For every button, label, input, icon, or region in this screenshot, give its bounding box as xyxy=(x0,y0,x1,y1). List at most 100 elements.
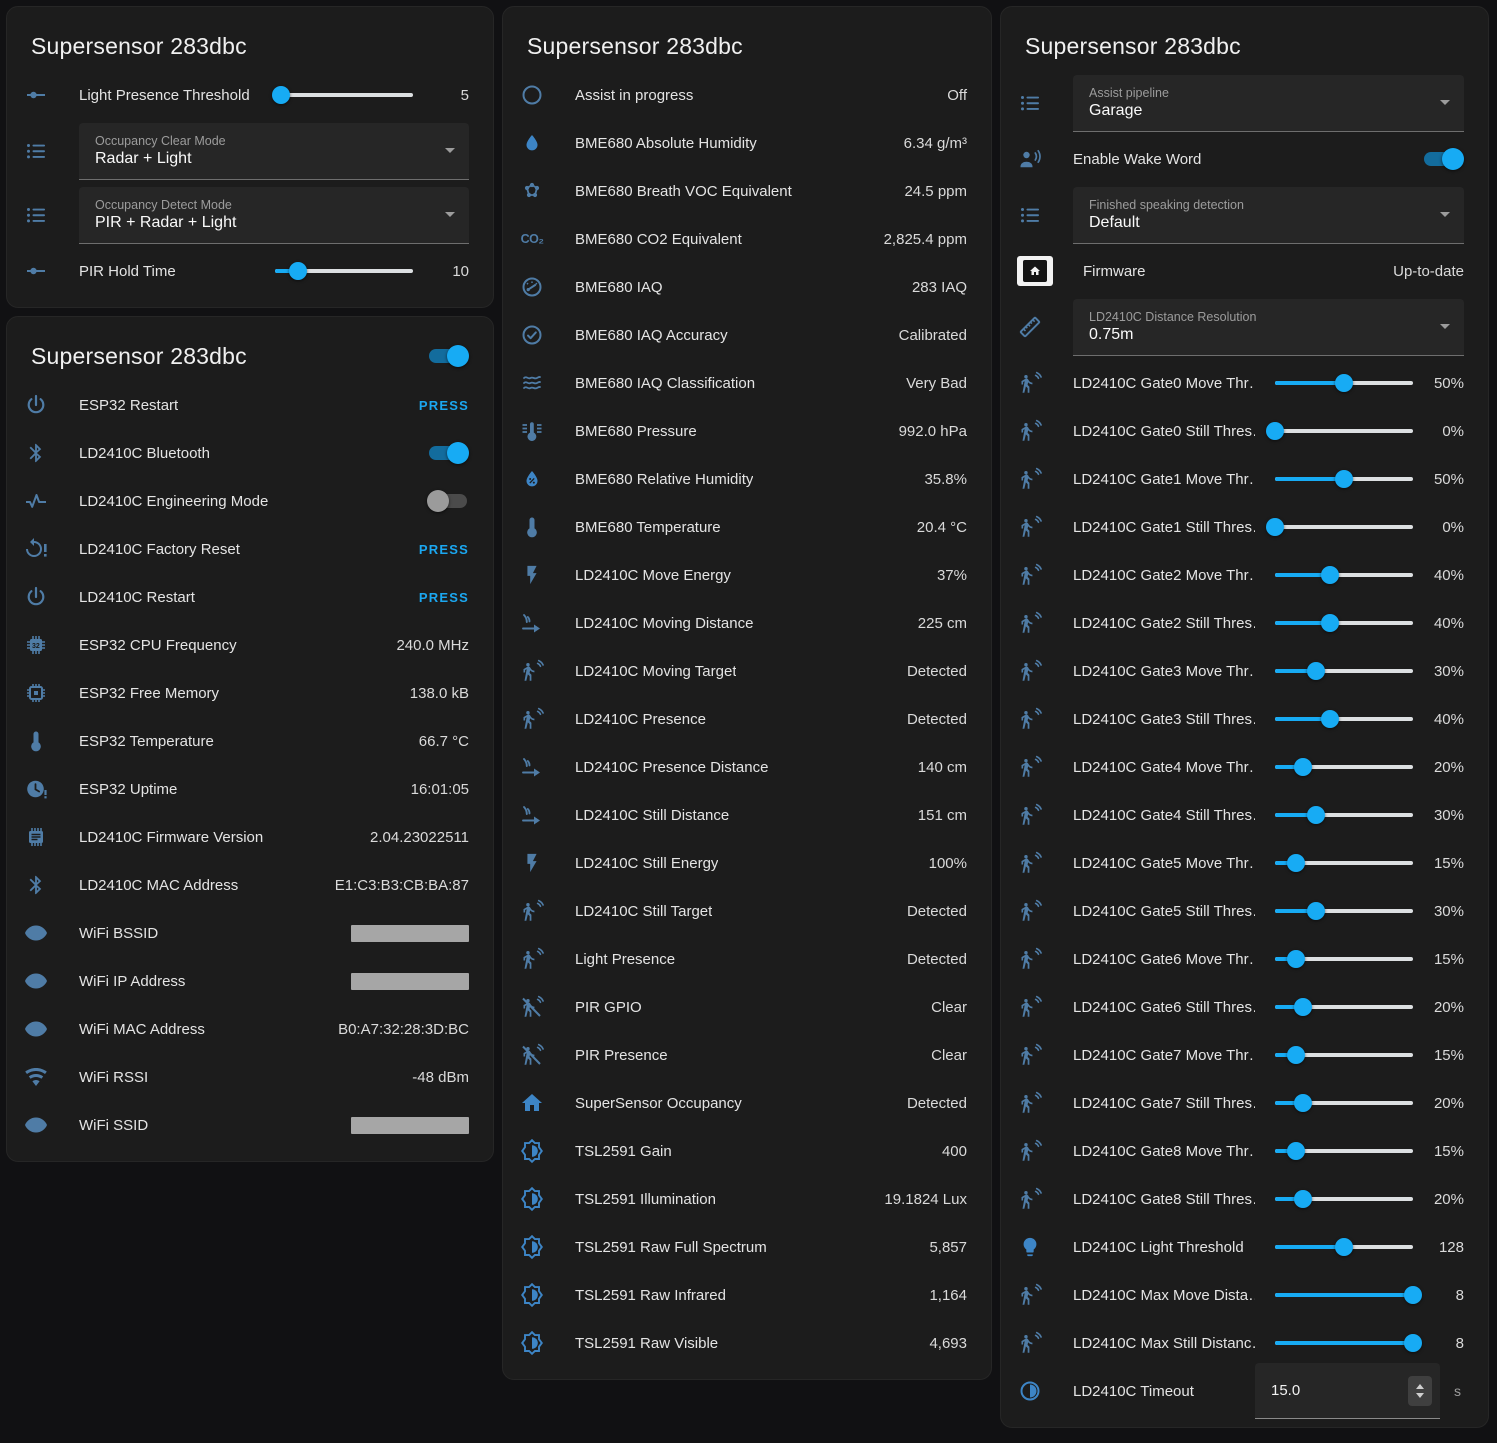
slider-knob[interactable] xyxy=(1287,854,1305,872)
slider-value: 128 xyxy=(1439,1239,1464,1256)
entity-row: BME680 IAQ AccuracyCalibrated xyxy=(503,311,991,359)
slider-knob[interactable] xyxy=(1335,374,1353,392)
slider[interactable] xyxy=(1275,709,1413,729)
slider[interactable] xyxy=(1275,997,1413,1017)
slider[interactable] xyxy=(1275,1285,1413,1305)
slider-knob[interactable] xyxy=(1294,998,1312,1016)
motion-sensor-icon xyxy=(1017,803,1043,827)
slider-value: 8 xyxy=(1456,1335,1464,1352)
slider-icon xyxy=(23,259,49,283)
slider-knob[interactable] xyxy=(1321,710,1339,728)
brightness-icon xyxy=(519,1139,545,1163)
slider[interactable] xyxy=(1275,805,1413,825)
slider[interactable] xyxy=(1275,373,1413,393)
slider[interactable] xyxy=(1275,1045,1413,1065)
slider-knob[interactable] xyxy=(1404,1334,1422,1352)
slider-knob[interactable] xyxy=(1294,1094,1312,1112)
slider-knob[interactable] xyxy=(1321,566,1339,584)
slider-knob[interactable] xyxy=(1266,518,1284,536)
slider[interactable] xyxy=(1275,949,1413,969)
select-field[interactable]: LD2410C Distance Resolution0.75m xyxy=(1073,299,1464,356)
card-header: Supersensor 283dbc xyxy=(7,7,493,71)
select-field[interactable]: Occupancy Detect ModePIR + Radar + Light xyxy=(79,187,469,244)
entity-value: 225 cm xyxy=(918,615,967,632)
entity-row: LD2410C Gate7 Move Thr…15% xyxy=(1001,1031,1488,1079)
cpu-chip-icon: 32 xyxy=(23,633,49,657)
slider-knob[interactable] xyxy=(1307,662,1325,680)
eye-icon xyxy=(23,1017,49,1041)
press-button[interactable]: PRESS xyxy=(419,590,469,605)
slider-knob[interactable] xyxy=(1307,902,1325,920)
slider[interactable] xyxy=(1275,901,1413,921)
card-title: Supersensor 283dbc xyxy=(31,31,247,61)
slider-knob[interactable] xyxy=(1266,422,1284,440)
slider[interactable] xyxy=(1275,757,1413,777)
slider[interactable] xyxy=(1275,853,1413,873)
motion-sensor-icon xyxy=(1017,371,1043,395)
slider-knob[interactable] xyxy=(1321,614,1339,632)
slider-knob[interactable] xyxy=(289,262,307,280)
motion-sensor-icon xyxy=(519,659,545,683)
slider[interactable] xyxy=(1275,517,1413,537)
stepper-buttons[interactable] xyxy=(1408,1376,1432,1406)
toggle-switch[interactable] xyxy=(427,490,469,512)
number-input[interactable]: 15.0 xyxy=(1255,1363,1440,1419)
slider-value: 30% xyxy=(1434,903,1464,920)
entity-value: 140 cm xyxy=(918,759,967,776)
entity-row: LD2410C Engineering Mode xyxy=(7,477,493,525)
slider-knob[interactable] xyxy=(1404,1286,1422,1304)
slider-knob[interactable] xyxy=(1335,1238,1353,1256)
entity-row: LD2410C Gate6 Still Thres…20% xyxy=(1001,983,1488,1031)
slider-knob[interactable] xyxy=(1294,1190,1312,1208)
select-field[interactable]: Occupancy Clear ModeRadar + Light xyxy=(79,123,469,180)
slider[interactable] xyxy=(1275,469,1413,489)
slider[interactable] xyxy=(1275,1093,1413,1113)
slider-knob[interactable] xyxy=(1307,806,1325,824)
select-field[interactable]: Assist pipelineGarage xyxy=(1073,75,1464,132)
restart-icon xyxy=(23,585,49,609)
entity-name: BME680 IAQ Accuracy xyxy=(575,327,728,344)
select-field[interactable]: Finished speaking detectionDefault xyxy=(1073,187,1464,244)
signal-distance-icon xyxy=(519,755,545,779)
entity-row: TSL2591 Raw Visible4,693 xyxy=(503,1319,991,1367)
motion-sensor-icon xyxy=(1017,611,1043,635)
slider[interactable] xyxy=(275,261,413,281)
slider[interactable] xyxy=(1275,1237,1413,1257)
entity-row: WiFi IP Address xyxy=(7,957,493,1005)
slider[interactable] xyxy=(1275,1333,1413,1353)
toggle-switch[interactable] xyxy=(1422,148,1464,170)
toggle-switch[interactable] xyxy=(427,442,469,464)
slider[interactable] xyxy=(1275,421,1413,441)
slider[interactable] xyxy=(1275,613,1413,633)
slider[interactable] xyxy=(1275,565,1413,585)
memory-chip-icon xyxy=(23,681,49,705)
ruler-icon xyxy=(1017,314,1043,340)
entity-value: 1,164 xyxy=(929,1287,967,1304)
entity-name: LD2410C Gate3 Move Thr… xyxy=(1073,663,1255,680)
entity-value: 24.5 ppm xyxy=(904,183,967,200)
entity-name: ESP32 Uptime xyxy=(79,781,177,798)
slider-knob[interactable] xyxy=(1287,1046,1305,1064)
slider[interactable] xyxy=(1275,1141,1413,1161)
press-button[interactable]: PRESS xyxy=(419,398,469,413)
slider-knob[interactable] xyxy=(272,86,290,104)
slider[interactable] xyxy=(1275,661,1413,681)
slider-knob[interactable] xyxy=(1294,758,1312,776)
column-3: Supersensor 283dbcAssist pipelineGarageE… xyxy=(1000,6,1489,1428)
slider-knob[interactable] xyxy=(1335,470,1353,488)
co2-icon: CO₂ xyxy=(519,232,545,246)
press-button[interactable]: PRESS xyxy=(419,542,469,557)
entity-row: TSL2591 Illumination19.1824 Lux xyxy=(503,1175,991,1223)
slider-knob[interactable] xyxy=(1287,1142,1305,1160)
card-power-toggle[interactable] xyxy=(427,345,469,367)
slider[interactable] xyxy=(1275,1189,1413,1209)
entity-value: 6.34 g/m³ xyxy=(904,135,967,152)
entity-name: BME680 Relative Humidity xyxy=(575,471,753,488)
slider-knob[interactable] xyxy=(1287,950,1305,968)
select-label: Occupancy Detect Mode xyxy=(95,198,236,212)
entity-name: BME680 Pressure xyxy=(575,423,697,440)
entity-name: WiFi RSSI xyxy=(79,1069,148,1086)
card-header: Supersensor 283dbc xyxy=(1001,7,1488,71)
select-label: Finished speaking detection xyxy=(1089,198,1244,212)
slider[interactable] xyxy=(275,85,413,105)
